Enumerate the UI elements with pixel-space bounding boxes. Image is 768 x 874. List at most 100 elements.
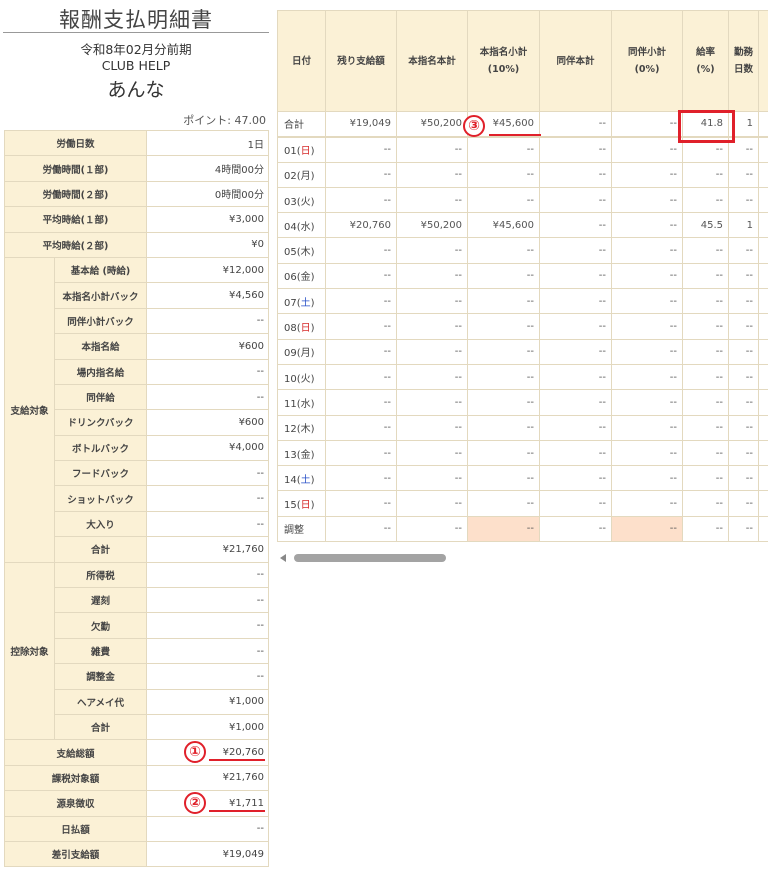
data-cell: --: [728, 363, 759, 391]
overflow-cell: [758, 110, 768, 138]
horizontal-scrollbar[interactable]: [280, 553, 768, 563]
summary-label: 源泉徴収: [3, 790, 148, 817]
data-cell: --: [325, 389, 397, 416]
date-suffix: ): [310, 323, 315, 335]
summary-label: 支給総額: [3, 739, 148, 766]
table-row: 08(日) -- -- -- -- -- -- --: [277, 313, 768, 340]
data-cell: --: [467, 288, 540, 315]
data-cell: --: [467, 237, 540, 264]
overflow-cell: [758, 313, 768, 340]
data-cell: --: [325, 338, 397, 365]
annotation-marker-2: ②: [184, 792, 206, 814]
data-cell: --: [611, 136, 683, 163]
overflow-cell: [758, 389, 768, 416]
overflow-cell: [758, 414, 768, 441]
weekday: 日: [300, 500, 311, 512]
data-cell: --: [682, 439, 729, 467]
summary-value: --: [146, 637, 270, 665]
deduct-group-label: 控除対象: [4, 561, 55, 741]
data-cell: --: [539, 490, 612, 517]
date-cell: 09(月): [277, 338, 326, 365]
page-title: 報酬支払明細書: [59, 8, 213, 32]
date-suffix: ): [310, 449, 315, 461]
data-cell: --: [396, 288, 468, 315]
data-cell: --: [325, 136, 397, 163]
weekday: 日: [300, 146, 311, 158]
data-cell: --: [396, 313, 468, 340]
data-cell: --: [682, 186, 729, 214]
data-cell: --: [325, 363, 397, 391]
data-cell: --: [467, 389, 540, 416]
data-cell: ¥50,200: [396, 110, 468, 138]
summary-value: ¥20,760: [146, 739, 270, 766]
column-header: 給率 (%): [682, 10, 729, 112]
data-cell: --: [539, 338, 612, 365]
scroll-left-arrow-icon[interactable]: [280, 554, 286, 562]
data-cell: --: [325, 439, 397, 467]
table-row: 12(木) -- -- -- -- -- -- --: [277, 414, 768, 441]
summary-label: 合計: [53, 536, 148, 563]
data-cell: --: [611, 313, 683, 340]
data-cell: --: [467, 439, 540, 467]
data-cell: --: [325, 515, 397, 543]
weekday: 水: [300, 221, 311, 233]
data-cell: --: [396, 363, 468, 391]
data-cell: --: [682, 490, 729, 517]
weekday: 日: [300, 323, 311, 335]
summary-label: 労働時間(１部): [3, 155, 148, 182]
data-cell: 1: [728, 212, 759, 239]
data-cell: --: [467, 313, 540, 340]
summary-value: --: [146, 510, 270, 538]
data-cell: --: [539, 313, 612, 340]
weekday: 火: [300, 373, 311, 385]
summary-value: ¥1,711: [146, 790, 270, 817]
summary-label: 本指名給: [53, 333, 148, 360]
scrollbar-thumb[interactable]: [294, 554, 446, 562]
summary-label: 課税対象額: [3, 764, 148, 792]
summary-value: ¥12,000: [146, 256, 270, 284]
date-prefix: 09(: [284, 348, 301, 360]
annotation-underline-1: [209, 759, 265, 761]
data-cell: --: [467, 414, 540, 441]
data-cell: --: [611, 338, 683, 365]
daily-table-scroller[interactable]: 日付 残り支給額 本指名本計 本指名小計 (10%) 同伴本計 同伴小計 (0%) 給率 (%) 勤…: [277, 10, 768, 570]
column-header: 勤務 日数: [728, 10, 759, 112]
data-cell: --: [325, 465, 397, 492]
weekday: 金: [300, 272, 311, 284]
summary-row: 労働時間(１部) 4時間00分: [3, 155, 270, 182]
column-header: 残り支給額: [325, 10, 397, 112]
data-cell: --: [396, 338, 468, 365]
column-header: 本指名小計 (10%): [467, 10, 540, 112]
overflow-cell: [758, 161, 768, 188]
data-cell: --: [611, 389, 683, 416]
data-cell: --: [611, 363, 683, 391]
summary-label: 欠勤: [53, 612, 148, 639]
date-suffix: ): [310, 146, 315, 158]
summary-value: --: [146, 561, 270, 589]
date-suffix: ): [310, 424, 315, 436]
data-cell: --: [467, 186, 540, 214]
data-cell: --: [728, 313, 759, 340]
weekday: 木: [300, 247, 311, 259]
date-prefix: 07(: [284, 297, 301, 309]
weekday: 火: [300, 196, 311, 208]
summary-label: ドリンクバック: [53, 409, 148, 436]
summary-value: 4時間00分: [146, 155, 270, 182]
summary-label: 大入り: [53, 510, 148, 538]
data-cell: --: [467, 363, 540, 391]
data-cell: --: [396, 515, 468, 543]
pay-period: 令和8年02月分前期: [80, 42, 192, 57]
data-cell: --: [396, 237, 468, 264]
data-cell: --: [396, 490, 468, 517]
data-cell: --: [539, 465, 612, 492]
data-cell: --: [682, 313, 729, 340]
data-cell: --: [611, 490, 683, 517]
data-cell: --: [682, 515, 729, 543]
date-prefix: 03(: [284, 196, 301, 208]
summary-label: 本指名小計バック: [53, 282, 148, 309]
summary-label: 差引支給額: [3, 840, 148, 868]
date-prefix: 01(: [284, 146, 301, 158]
summary-row: 労働時間(２部) 0時間00分: [3, 180, 270, 208]
summary-value: --: [146, 460, 270, 487]
weekday: 金: [300, 449, 311, 461]
